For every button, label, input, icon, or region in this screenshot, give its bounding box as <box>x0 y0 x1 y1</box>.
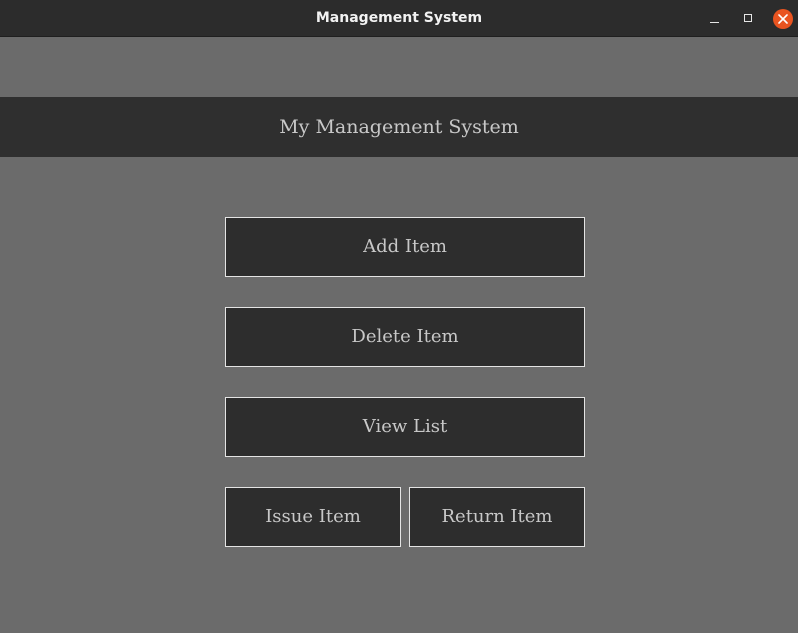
issue-item-button[interactable]: Issue Item <box>225 487 401 547</box>
minimize-icon <box>710 22 719 23</box>
title-bar[interactable]: Management System <box>0 0 798 37</box>
maximize-icon <box>744 14 752 22</box>
view-list-button[interactable]: View List <box>225 397 585 457</box>
app-window: Management System My Management System A… <box>0 0 798 633</box>
minimize-button[interactable] <box>705 9 725 29</box>
add-item-button[interactable]: Add Item <box>225 217 585 277</box>
delete-item-button[interactable]: Delete Item <box>225 307 585 367</box>
close-button[interactable] <box>773 9 793 29</box>
window-title: Management System <box>315 10 483 26</box>
close-icon <box>773 9 793 29</box>
app-header: My Management System <box>0 97 798 157</box>
return-item-button[interactable]: Return Item <box>409 487 585 547</box>
page-title: My Management System <box>279 116 519 138</box>
maximize-button[interactable] <box>739 9 759 29</box>
